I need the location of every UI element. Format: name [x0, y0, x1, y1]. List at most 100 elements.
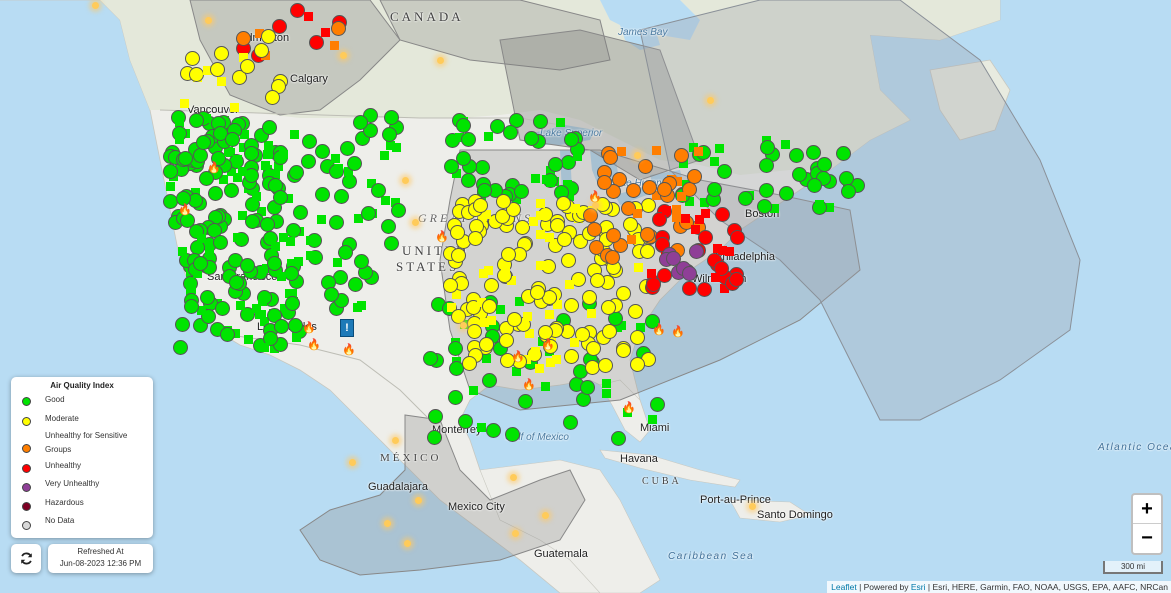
sensor-marker[interactable]	[676, 191, 686, 201]
monitor-marker[interactable]	[172, 339, 188, 355]
sensor-marker[interactable]	[587, 308, 597, 318]
wildfire-icon[interactable]: 🔥	[342, 343, 356, 357]
monitor-marker[interactable]	[759, 139, 775, 155]
sensor-marker[interactable]	[681, 214, 691, 224]
sensor-marker[interactable]	[330, 153, 340, 163]
fire-detection-icon[interactable]	[403, 539, 411, 547]
sensor-marker[interactable]	[602, 378, 612, 388]
monitor-marker[interactable]	[223, 182, 239, 198]
monitor-marker[interactable]	[192, 255, 208, 271]
sensor-marker[interactable]	[380, 195, 390, 205]
monitor-marker[interactable]	[207, 185, 223, 201]
wildfire-icon[interactable]: 🔥	[511, 350, 525, 364]
monitor-marker[interactable]	[293, 205, 309, 221]
monitor-marker[interactable]	[835, 146, 851, 162]
monitor-marker[interactable]	[199, 290, 215, 306]
monitor-marker[interactable]	[330, 20, 346, 36]
sensor-marker[interactable]	[235, 301, 245, 311]
sensor-marker[interactable]	[781, 140, 791, 150]
sensor-marker[interactable]	[332, 257, 342, 267]
fire-detection-icon[interactable]	[414, 496, 422, 504]
sensor-marker[interactable]	[571, 204, 581, 214]
sensor-marker[interactable]	[469, 386, 479, 396]
monitor-marker[interactable]	[178, 150, 194, 166]
monitor-marker[interactable]	[542, 289, 558, 305]
wildfire-icon[interactable]: 🔥	[178, 203, 192, 217]
sensor-marker[interactable]	[317, 215, 327, 224]
monitor-marker[interactable]	[380, 218, 396, 234]
monitor-marker[interactable]	[184, 298, 199, 314]
monitor-marker[interactable]	[580, 380, 596, 396]
sensor-marker[interactable]	[715, 143, 725, 153]
sensor-marker[interactable]	[260, 342, 270, 352]
monitor-marker[interactable]	[681, 280, 697, 296]
refresh-button[interactable]	[11, 544, 41, 573]
monitor-marker[interactable]	[447, 390, 463, 406]
sensor-marker[interactable]	[501, 268, 511, 278]
monitor-marker[interactable]	[656, 182, 672, 198]
monitor-marker[interactable]	[606, 227, 622, 243]
monitor-marker[interactable]	[756, 198, 772, 214]
monitor-marker[interactable]	[728, 272, 744, 288]
monitor-marker[interactable]	[682, 266, 698, 282]
sensor-marker[interactable]	[496, 304, 506, 314]
fire-detection-icon[interactable]	[91, 1, 99, 9]
sensor-marker[interactable]	[329, 41, 339, 51]
sensor-marker[interactable]	[291, 332, 301, 342]
monitor-marker[interactable]	[189, 67, 205, 83]
sensor-marker[interactable]	[646, 268, 656, 278]
monitor-marker[interactable]	[533, 114, 549, 130]
fire-detection-icon[interactable]	[436, 56, 444, 64]
monitor-marker[interactable]	[210, 61, 226, 77]
monitor-marker[interactable]	[601, 299, 617, 315]
monitor-marker[interactable]	[260, 216, 276, 232]
monitor-marker[interactable]	[518, 394, 534, 410]
sensor-marker[interactable]	[482, 354, 492, 364]
monitor-marker[interactable]	[213, 45, 229, 61]
sensor-marker[interactable]	[238, 167, 248, 176]
fire-detection-icon[interactable]	[459, 321, 467, 329]
monitor-marker[interactable]	[457, 413, 473, 429]
monitor-marker[interactable]	[273, 190, 289, 206]
sensor-marker[interactable]	[541, 381, 551, 391]
fire-detection-icon[interactable]	[348, 458, 356, 466]
alert-icon[interactable]: !	[340, 319, 354, 337]
fire-detection-icon[interactable]	[339, 51, 347, 59]
sensor-marker[interactable]	[709, 157, 719, 167]
sensor-marker[interactable]	[306, 250, 316, 260]
monitor-marker[interactable]	[265, 90, 281, 106]
sensor-marker[interactable]	[602, 388, 612, 398]
wildfire-icon[interactable]: 🔥	[622, 401, 636, 415]
monitor-marker[interactable]	[382, 127, 398, 143]
monitor-marker[interactable]	[630, 330, 646, 346]
monitor-marker[interactable]	[333, 189, 349, 205]
sensor-marker[interactable]	[290, 130, 300, 140]
sensor-marker[interactable]	[701, 209, 711, 219]
monitor-marker[interactable]	[806, 144, 822, 160]
sensor-marker[interactable]	[334, 164, 344, 174]
sensor-marker[interactable]	[321, 27, 331, 37]
fire-detection-icon[interactable]	[706, 96, 714, 104]
monitor-marker[interactable]	[652, 212, 668, 228]
sensor-marker[interactable]	[278, 150, 288, 160]
monitor-marker[interactable]	[556, 232, 572, 248]
monitor-marker[interactable]	[590, 272, 606, 288]
monitor-marker[interactable]	[586, 221, 602, 237]
monitor-marker[interactable]	[641, 179, 657, 195]
monitor-marker[interactable]	[290, 3, 306, 19]
sensor-marker[interactable]	[217, 77, 227, 87]
wildfire-icon[interactable]: 🔥	[302, 321, 316, 335]
sensor-marker[interactable]	[380, 151, 390, 161]
monitor-marker[interactable]	[840, 184, 856, 200]
monitor-marker[interactable]	[547, 157, 563, 173]
fire-detection-icon[interactable]	[748, 502, 756, 510]
monitor-marker[interactable]	[360, 205, 376, 221]
monitor-marker[interactable]	[555, 195, 571, 211]
monitor-marker[interactable]	[215, 301, 231, 317]
sensor-marker[interactable]	[634, 262, 644, 272]
sensor-marker[interactable]	[522, 311, 532, 321]
sensor-marker[interactable]	[536, 230, 546, 240]
monitor-marker[interactable]	[674, 147, 690, 163]
sensor-marker[interactable]	[180, 98, 190, 108]
sensor-marker[interactable]	[531, 346, 541, 356]
